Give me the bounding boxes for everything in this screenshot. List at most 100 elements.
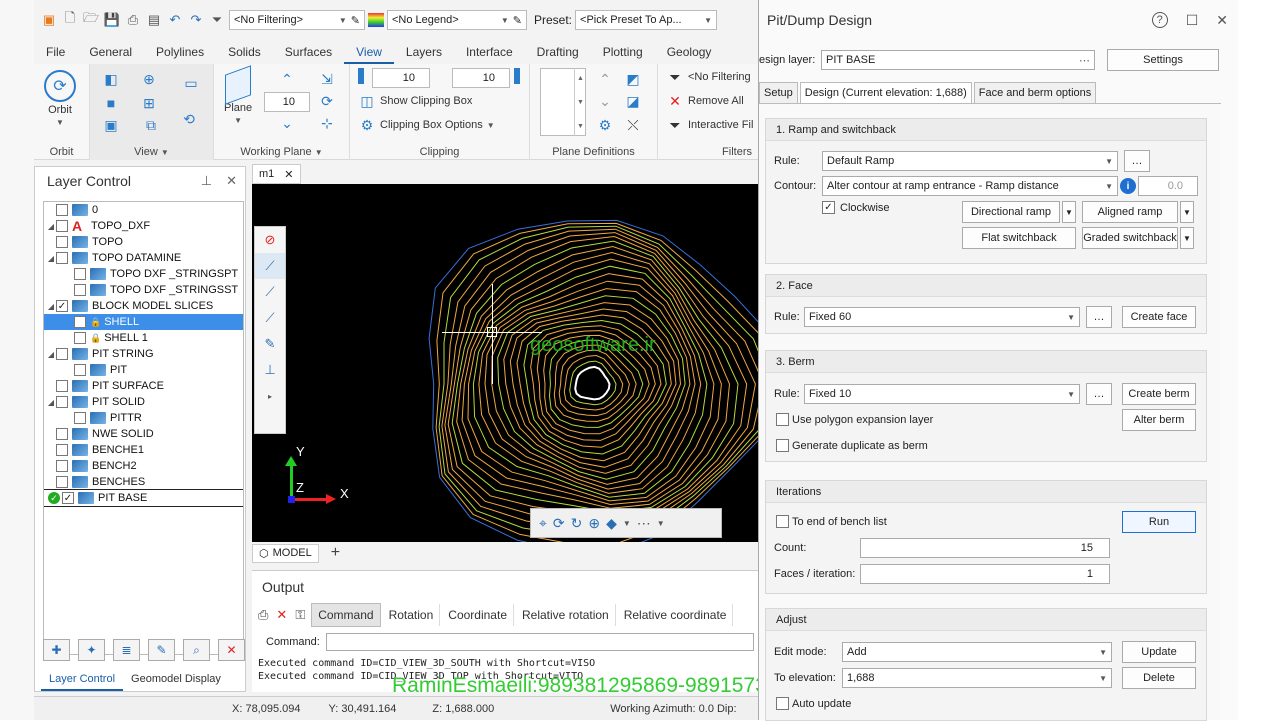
- ramp-rule-browse-button[interactable]: …: [1124, 150, 1150, 172]
- orbit-small-icon[interactable]: ⟳: [553, 515, 565, 532]
- clear-output-icon[interactable]: ✕: [276, 607, 287, 623]
- face-rule-browse-button[interactable]: …: [1086, 306, 1112, 328]
- layer-row[interactable]: 0: [44, 202, 243, 218]
- view-cube-icon[interactable]: ◧: [102, 70, 120, 88]
- layer-row[interactable]: PIT SURFACE: [44, 378, 243, 394]
- add-plane-icon[interactable]: ◩: [624, 70, 642, 88]
- layer-row[interactable]: BENCHES: [44, 474, 243, 490]
- lock-output-icon[interactable]: ⚿: [295, 607, 305, 623]
- legend-dropdown[interactable]: <No Legend> ▼ ✎: [387, 10, 527, 30]
- tab-view[interactable]: View: [344, 40, 394, 64]
- auto-update-checkbox[interactable]: [776, 697, 789, 710]
- command-input[interactable]: [325, 633, 754, 651]
- 3d-viewport[interactable]: Y Z X: [252, 184, 758, 542]
- tab-geology[interactable]: Geology: [655, 40, 724, 64]
- open-file-icon[interactable]: 🗁: [82, 10, 100, 29]
- tab-setup[interactable]: Setup: [759, 82, 798, 103]
- view-cube-icon[interactable]: ◆: [606, 515, 617, 532]
- save-icon[interactable]: 💾: [103, 11, 121, 29]
- expand-icon[interactable]: ◢: [46, 398, 56, 407]
- layer-row[interactable]: PIT: [44, 362, 243, 378]
- print-preview-icon[interactable]: ▤: [145, 11, 163, 29]
- delete-plane-icon[interactable]: ⤬: [624, 116, 642, 134]
- close-icon[interactable]: ✕: [226, 173, 237, 189]
- clockwise-checkbox[interactable]: ✓: [822, 201, 835, 214]
- expand-icon[interactable]: ◢: [46, 302, 56, 311]
- clipping-box-options-button[interactable]: ⚙ Clipping Box Options ▼: [358, 116, 495, 134]
- clip-near-input[interactable]: 10: [372, 68, 430, 88]
- delete-button[interactable]: Delete: [1122, 667, 1196, 689]
- tab-file[interactable]: File: [34, 40, 77, 64]
- expand-icon[interactable]: ◢: [46, 254, 56, 263]
- alter-berm-button[interactable]: Alter berm: [1122, 409, 1196, 431]
- tab-solids[interactable]: Solids: [216, 40, 273, 64]
- edit-plane-icon[interactable]: ◪: [624, 92, 642, 110]
- layer-visibility-checkbox[interactable]: [56, 236, 68, 248]
- save-output-icon[interactable]: ⎙: [258, 607, 268, 623]
- refresh-view-icon[interactable]: ⟲: [180, 110, 198, 128]
- layer-visibility-checkbox[interactable]: [56, 444, 68, 456]
- flat-switchback-button[interactable]: Flat switchback: [962, 227, 1076, 249]
- solid-cube-icon[interactable]: ■: [102, 94, 120, 112]
- add-tab-icon[interactable]: +: [325, 544, 346, 562]
- settings-button[interactable]: Settings: [1107, 49, 1219, 71]
- plane-arrows-icon[interactable]: ⇲: [318, 70, 336, 88]
- tab-layers[interactable]: Layers: [394, 40, 454, 64]
- snap-point-icon[interactable]: ⟋: [255, 279, 285, 305]
- move-up-icon[interactable]: ⌃: [596, 70, 614, 88]
- layer-row[interactable]: TOPO: [44, 234, 243, 250]
- plane-button[interactable]: Plane ▼: [224, 65, 252, 125]
- berm-rule-select[interactable]: Fixed 10 ▼: [804, 384, 1080, 404]
- graded-switchback-button[interactable]: Graded switchback: [1082, 227, 1178, 249]
- layer-visibility-checkbox[interactable]: [74, 316, 86, 328]
- layer-row[interactable]: ◢ PIT SOLID: [44, 394, 243, 410]
- layer-row[interactable]: 🔒 SHELL 1: [44, 330, 243, 346]
- clip-far-input[interactable]: 10: [452, 68, 510, 88]
- snap-eyedropper-icon[interactable]: ✎: [255, 331, 285, 357]
- plane-up-icon[interactable]: ⌃: [278, 70, 296, 88]
- expand-icon[interactable]: ◢: [46, 350, 56, 359]
- layer-visibility-checkbox[interactable]: [74, 364, 86, 376]
- contour-distance-input[interactable]: 0.0: [1138, 176, 1198, 196]
- layer-visibility-checkbox[interactable]: [56, 204, 68, 216]
- generate-duplicate-checkbox[interactable]: [776, 439, 789, 452]
- ramp-rule-select[interactable]: Default Ramp ▼: [822, 151, 1118, 171]
- layer-row[interactable]: ◢ ✓ BLOCK MODEL SLICES: [44, 298, 243, 314]
- tab-coordinate[interactable]: Coordinate: [442, 604, 514, 626]
- tab-rotation[interactable]: Rotation: [383, 604, 441, 626]
- zoom-icon[interactable]: ⊕: [588, 515, 600, 532]
- design-layer-field[interactable]: PIT BASE ⋯: [821, 50, 1095, 70]
- maximize-icon[interactable]: ☐: [1186, 12, 1199, 29]
- panel-layout-icon[interactable]: ▭: [182, 74, 200, 92]
- layer-row[interactable]: ◢ TOPO DATAMINE: [44, 250, 243, 266]
- tab-geomodel-display[interactable]: Geomodel Display: [123, 667, 229, 691]
- layer-row[interactable]: BENCH2: [44, 458, 243, 474]
- snap-midpoint-icon[interactable]: ⟋: [255, 305, 285, 331]
- pencil-icon[interactable]: ✎: [513, 14, 522, 27]
- tab-surfaces[interactable]: Surfaces: [273, 40, 344, 64]
- snap-line-icon[interactable]: ⟋: [255, 253, 285, 279]
- tab-general[interactable]: General: [77, 40, 144, 64]
- plane-list-scroll[interactable]: ▲ ▼ ▼: [574, 68, 586, 136]
- more-tools-icon[interactable]: ▸: [255, 383, 285, 409]
- edit-mode-select[interactable]: Add ▼: [842, 642, 1112, 662]
- chevron-down-icon[interactable]: ▼: [657, 519, 665, 528]
- tab-relative-rotation[interactable]: Relative rotation: [516, 604, 616, 626]
- run-button[interactable]: Run: [1122, 511, 1196, 533]
- layer-visibility-checkbox[interactable]: [74, 332, 86, 344]
- graded-switchback-dropdown[interactable]: ▼: [1180, 227, 1194, 249]
- add-layer-icon[interactable]: ✚: [43, 639, 70, 661]
- info-icon[interactable]: i: [1120, 178, 1136, 194]
- face-rule-select[interactable]: Fixed 60 ▼: [804, 307, 1080, 327]
- preset-dropdown[interactable]: <Pick Preset To Ap... ▼: [575, 10, 718, 30]
- to-elevation-select[interactable]: 1,688 ▼: [842, 668, 1112, 688]
- layer-visibility-checkbox[interactable]: ✓: [62, 492, 74, 504]
- layer-visibility-checkbox[interactable]: [56, 396, 68, 408]
- layer-visibility-checkbox[interactable]: [56, 348, 68, 360]
- layer-visibility-checkbox[interactable]: [56, 460, 68, 472]
- layer-edit-icon[interactable]: ✎: [148, 639, 175, 661]
- close-icon[interactable]: ✕: [1216, 12, 1228, 29]
- browse-icon[interactable]: ⋯: [1079, 54, 1090, 67]
- close-icon[interactable]: ✕: [284, 168, 293, 181]
- expand-icon[interactable]: ◢: [46, 222, 56, 231]
